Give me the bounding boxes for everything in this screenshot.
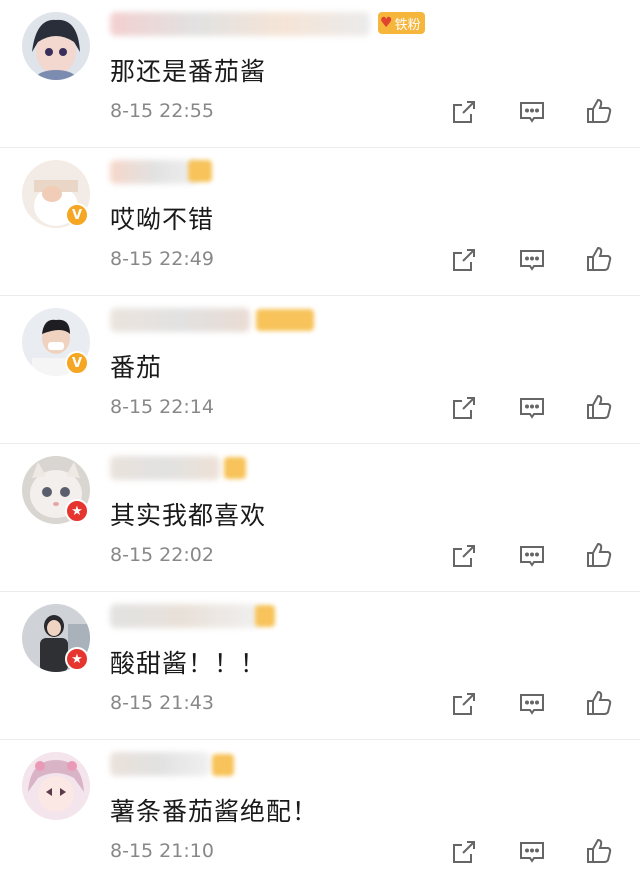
heart-icon: ♥ — [380, 15, 393, 31]
like-icon[interactable] — [582, 94, 616, 128]
member-icon — [188, 160, 212, 182]
comment-text: 哎呦不错 — [110, 205, 215, 234]
like-icon[interactable] — [582, 834, 616, 868]
comment-icon[interactable] — [515, 835, 549, 869]
comment-text: 薯条番茄酱绝配！ — [110, 797, 319, 826]
member-icon — [212, 754, 234, 776]
comment-icon[interactable] — [515, 687, 549, 721]
comment-item: V 番茄 8-15 22:14 — [0, 296, 640, 444]
comment-icon[interactable] — [515, 539, 549, 573]
comment-text: 其实我都喜欢 — [110, 501, 267, 530]
fan-badge: ♥ 铁粉 — [378, 12, 425, 34]
comment-icon[interactable] — [515, 243, 549, 277]
like-icon[interactable] — [582, 390, 616, 424]
share-icon[interactable] — [447, 95, 481, 129]
comment-item: 薯条番茄酱绝配！ 8-15 21:10 — [0, 740, 640, 879]
comment-time: 8-15 21:10 — [110, 840, 214, 862]
fan-badge-label: 铁粉 — [394, 17, 421, 33]
comment-item: ★ 酸甜酱！！！ 8-15 21:43 — [0, 592, 640, 740]
comment-time: 8-15 22:14 — [110, 396, 214, 418]
star-badge: ★ — [65, 647, 89, 671]
comment-time: 8-15 21:43 — [110, 692, 214, 714]
share-icon[interactable] — [447, 687, 481, 721]
comment-time: 8-15 22:55 — [110, 100, 214, 122]
share-icon[interactable] — [447, 835, 481, 869]
star-badge: ★ — [65, 499, 89, 523]
member-icon — [255, 605, 275, 627]
username-redacted[interactable] — [110, 604, 260, 628]
share-icon[interactable] — [447, 391, 481, 425]
like-icon[interactable] — [582, 242, 616, 276]
comment-icon[interactable] — [515, 391, 549, 425]
member-icon — [224, 457, 246, 479]
username-redacted[interactable] — [110, 12, 370, 36]
like-icon[interactable] — [582, 686, 616, 720]
comment-item: ★ 其实我都喜欢 8-15 22:02 — [0, 444, 640, 592]
share-icon[interactable] — [447, 539, 481, 573]
verified-badge: V — [65, 203, 89, 227]
username-redacted[interactable] — [110, 160, 200, 184]
username-redacted[interactable] — [110, 308, 250, 332]
avatar[interactable] — [22, 752, 90, 820]
share-icon[interactable] — [447, 243, 481, 277]
comment-item: ♥ 铁粉 那还是番茄酱 8-15 22:55 — [0, 0, 640, 148]
comment-time: 8-15 22:49 — [110, 248, 214, 270]
username-redacted[interactable] — [110, 752, 210, 776]
comment-text: 酸甜酱！！！ — [110, 649, 267, 678]
comment-text: 番茄 — [110, 353, 163, 382]
username-redacted[interactable] — [110, 456, 220, 480]
comment-time: 8-15 22:02 — [110, 544, 214, 566]
avatar[interactable] — [22, 12, 90, 80]
comment-item: V 哎呦不错 8-15 22:49 — [0, 148, 640, 296]
comment-text: 那还是番茄酱 — [110, 57, 267, 86]
member-icon — [256, 309, 314, 331]
comment-icon[interactable] — [515, 95, 549, 129]
like-icon[interactable] — [582, 538, 616, 572]
verified-badge: V — [65, 351, 89, 375]
